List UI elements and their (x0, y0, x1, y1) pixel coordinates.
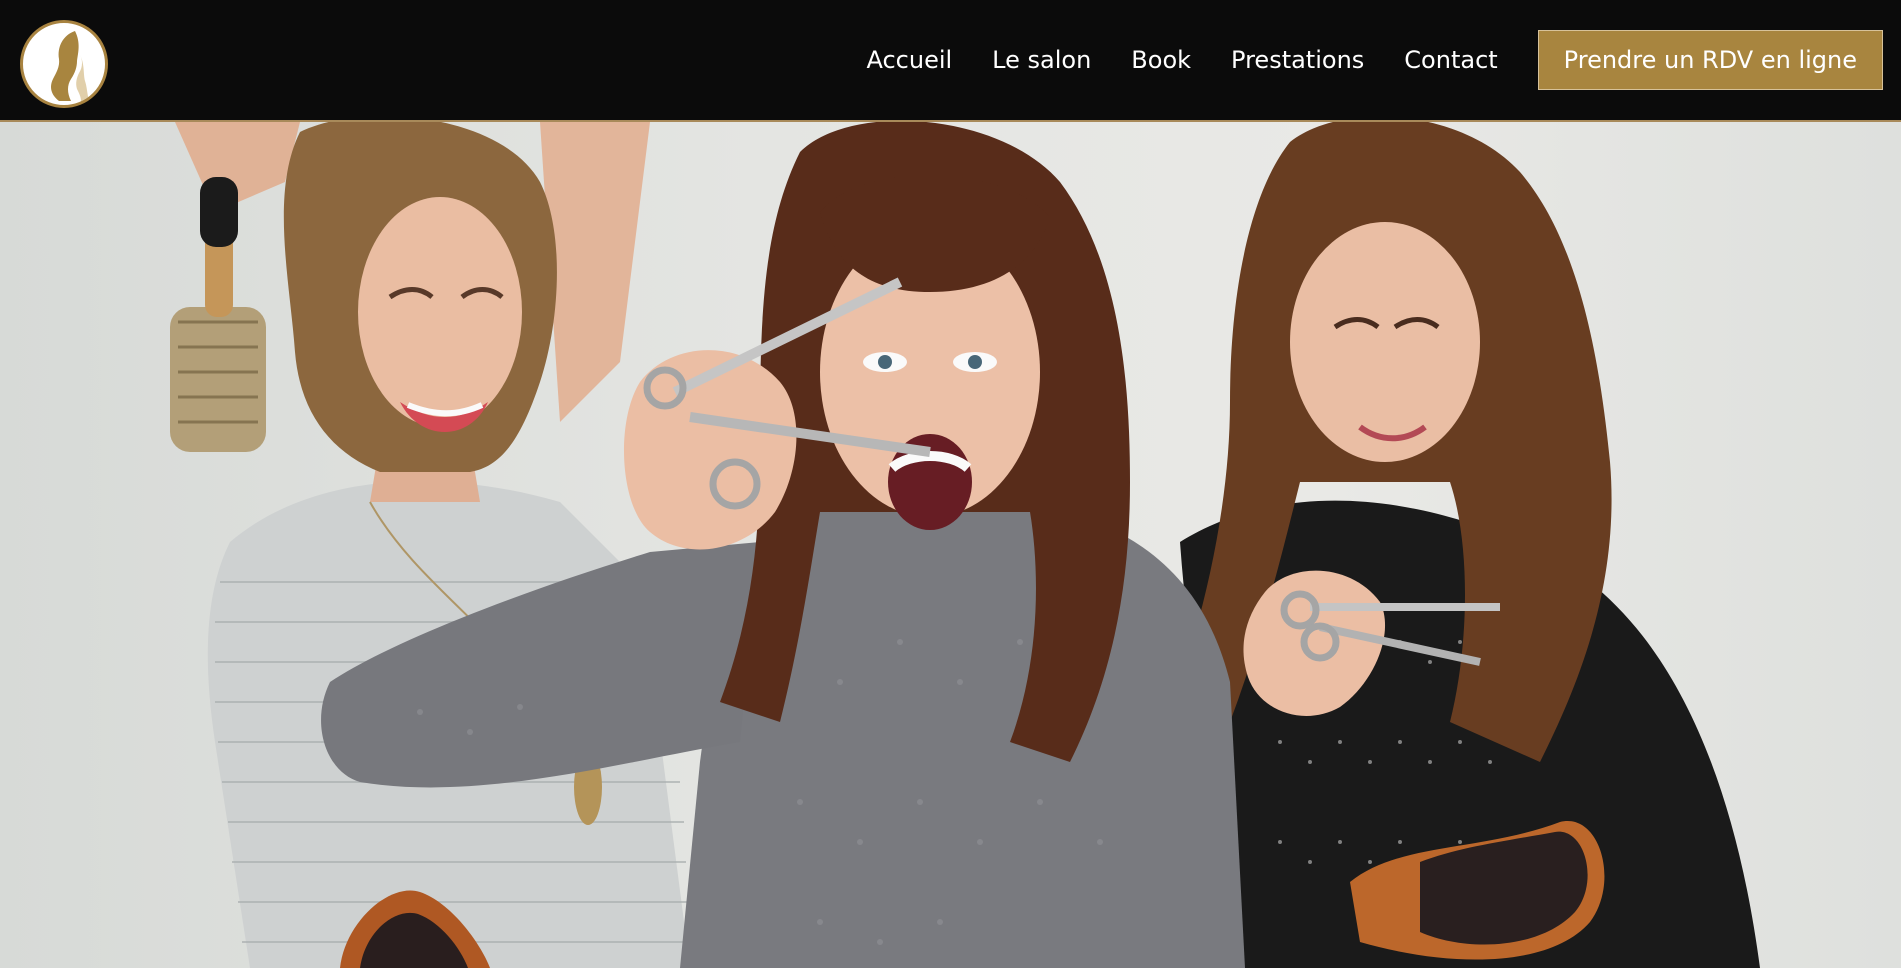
book-appointment-button[interactable]: Prendre un RDV en ligne (1537, 30, 1883, 90)
woman-profile-icon (51, 31, 89, 101)
site-header: Accueil Le salon Book Prestations Contac… (0, 0, 1901, 122)
hero-image (0, 122, 1901, 968)
page: Accueil Le salon Book Prestations Contac… (0, 0, 1901, 968)
nav-accueil[interactable]: Accueil (866, 46, 952, 74)
hero-illustration (170, 122, 1760, 968)
main-nav: Accueil Le salon Book Prestations Contac… (866, 0, 1901, 120)
nav-le-salon[interactable]: Le salon (992, 46, 1091, 74)
nav-prestations[interactable]: Prestations (1231, 46, 1364, 74)
nav-book[interactable]: Book (1131, 46, 1191, 74)
logo[interactable] (20, 20, 108, 108)
nav-contact[interactable]: Contact (1404, 46, 1497, 74)
